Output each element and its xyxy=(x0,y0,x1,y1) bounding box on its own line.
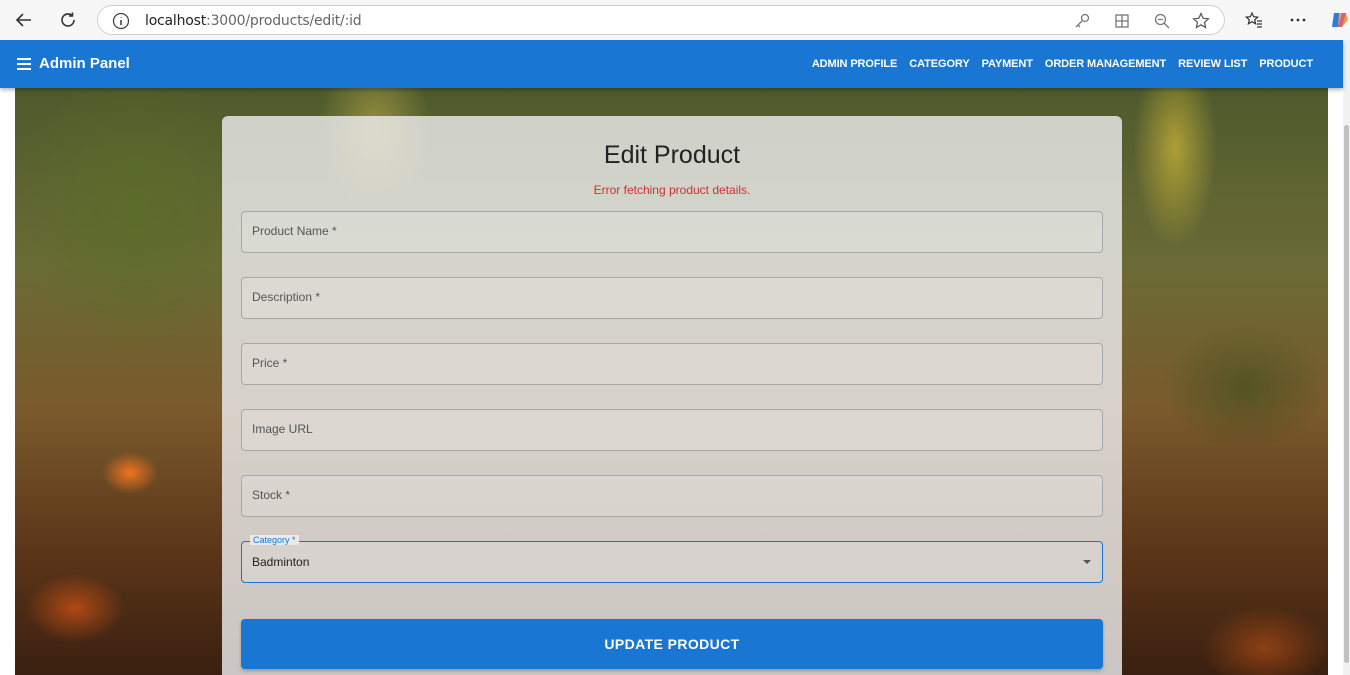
update-product-button[interactable]: UPDATE PRODUCT xyxy=(241,619,1103,669)
category-select[interactable]: Category * Badminton xyxy=(241,535,1103,583)
edit-product-card: Edit Product Error fetching product deta… xyxy=(222,116,1122,675)
product-name-field[interactable]: Product Name * xyxy=(241,211,1103,253)
url-host: localhost xyxy=(145,13,207,29)
favorites-icon[interactable] xyxy=(1240,6,1268,34)
page-scrollbar[interactable] xyxy=(1343,40,1350,675)
stock-label: Stock * xyxy=(252,488,291,502)
key-icon[interactable] xyxy=(1073,12,1091,30)
page-title: Edit Product xyxy=(603,141,741,169)
stock-field[interactable]: Stock * xyxy=(241,475,1103,517)
nav-product[interactable]: PRODUCT xyxy=(1253,58,1319,70)
browser-toolbar: localhost:3000/products/edit/:id xyxy=(0,0,1350,40)
scrollbar-thumb[interactable] xyxy=(1344,125,1349,663)
nav-payment[interactable]: PAYMENT xyxy=(976,58,1039,70)
app-bar: Admin Panel ADMIN PROFILE CATEGORY PAYME… xyxy=(0,40,1343,88)
reload-icon[interactable] xyxy=(54,6,82,34)
nav-review-list[interactable]: REVIEW LIST xyxy=(1172,58,1253,70)
nav-category[interactable]: CATEGORY xyxy=(903,58,975,70)
more-options-icon[interactable] xyxy=(1284,6,1312,34)
url-text: localhost:3000/products/edit/:id xyxy=(145,13,362,29)
price-label: Price * xyxy=(252,356,288,370)
address-bar[interactable]: localhost:3000/products/edit/:id xyxy=(97,5,1225,35)
category-value: Badminton xyxy=(252,555,310,569)
zoom-out-icon[interactable] xyxy=(1153,12,1171,30)
price-field[interactable]: Price * xyxy=(241,343,1103,385)
category-label: Category * xyxy=(250,535,299,545)
top-nav: ADMIN PROFILE CATEGORY PAYMENT ORDER MAN… xyxy=(806,40,1319,88)
back-icon[interactable] xyxy=(10,6,38,34)
image-url-label: Image URL xyxy=(252,422,313,436)
app-viewport: Admin Panel ADMIN PROFILE CATEGORY PAYME… xyxy=(0,40,1350,675)
image-url-field[interactable]: Image URL xyxy=(241,409,1103,451)
app-available-icon[interactable] xyxy=(1113,12,1131,30)
copilot-icon[interactable] xyxy=(1326,6,1350,34)
description-field[interactable]: Description * xyxy=(241,277,1103,319)
nav-order-management[interactable]: ORDER MANAGEMENT xyxy=(1039,58,1172,70)
url-path: :3000/products/edit/:id xyxy=(206,13,362,29)
nav-admin-profile[interactable]: ADMIN PROFILE xyxy=(806,58,903,70)
error-message: Error fetching product details. xyxy=(593,183,751,197)
description-label: Description * xyxy=(252,290,321,304)
brand-title: Admin Panel xyxy=(39,55,130,72)
info-icon[interactable] xyxy=(112,12,130,30)
favorite-star-icon[interactable] xyxy=(1192,12,1210,30)
hamburger-menu-icon[interactable] xyxy=(15,55,33,73)
product-name-label: Product Name * xyxy=(252,224,337,238)
dropdown-arrow-icon[interactable] xyxy=(1082,557,1092,567)
